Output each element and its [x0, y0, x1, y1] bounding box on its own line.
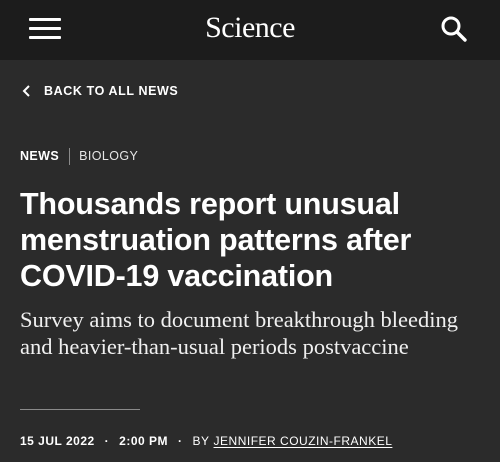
- article-headline: Thousands report unusual menstruation pa…: [20, 187, 412, 293]
- separator-dot: ·: [104, 434, 110, 448]
- divider: [20, 409, 140, 410]
- by-label: BY: [192, 434, 210, 448]
- publish-date: 15 JUL 2022: [20, 434, 95, 448]
- tag-news[interactable]: NEWS: [20, 149, 59, 163]
- site-logo[interactable]: Science: [0, 11, 500, 45]
- publish-time: 2:00 PM: [119, 434, 169, 448]
- back-to-all-news-link[interactable]: BACK TO ALL NEWS: [22, 82, 178, 100]
- top-navigation-bar: Science: [0, 0, 500, 60]
- chevron-left-icon: [22, 85, 30, 97]
- back-link-label: BACK TO ALL NEWS: [44, 84, 179, 98]
- article-tags: NEWS BIOLOGY: [20, 147, 138, 165]
- search-icon[interactable]: [440, 15, 468, 43]
- separator-dot: ·: [178, 434, 183, 448]
- tag-biology[interactable]: BIOLOGY: [79, 149, 138, 163]
- article-subheadline: Survey aims to document breakthrough ble…: [20, 307, 459, 359]
- tag-divider: [69, 147, 71, 165]
- author-link[interactable]: JENNIFER COUZIN-FRANKEL: [214, 434, 393, 448]
- article-byline: 15 JUL 2022 · 2:00 PM · BY JENNIFER COUZ…: [20, 433, 392, 449]
